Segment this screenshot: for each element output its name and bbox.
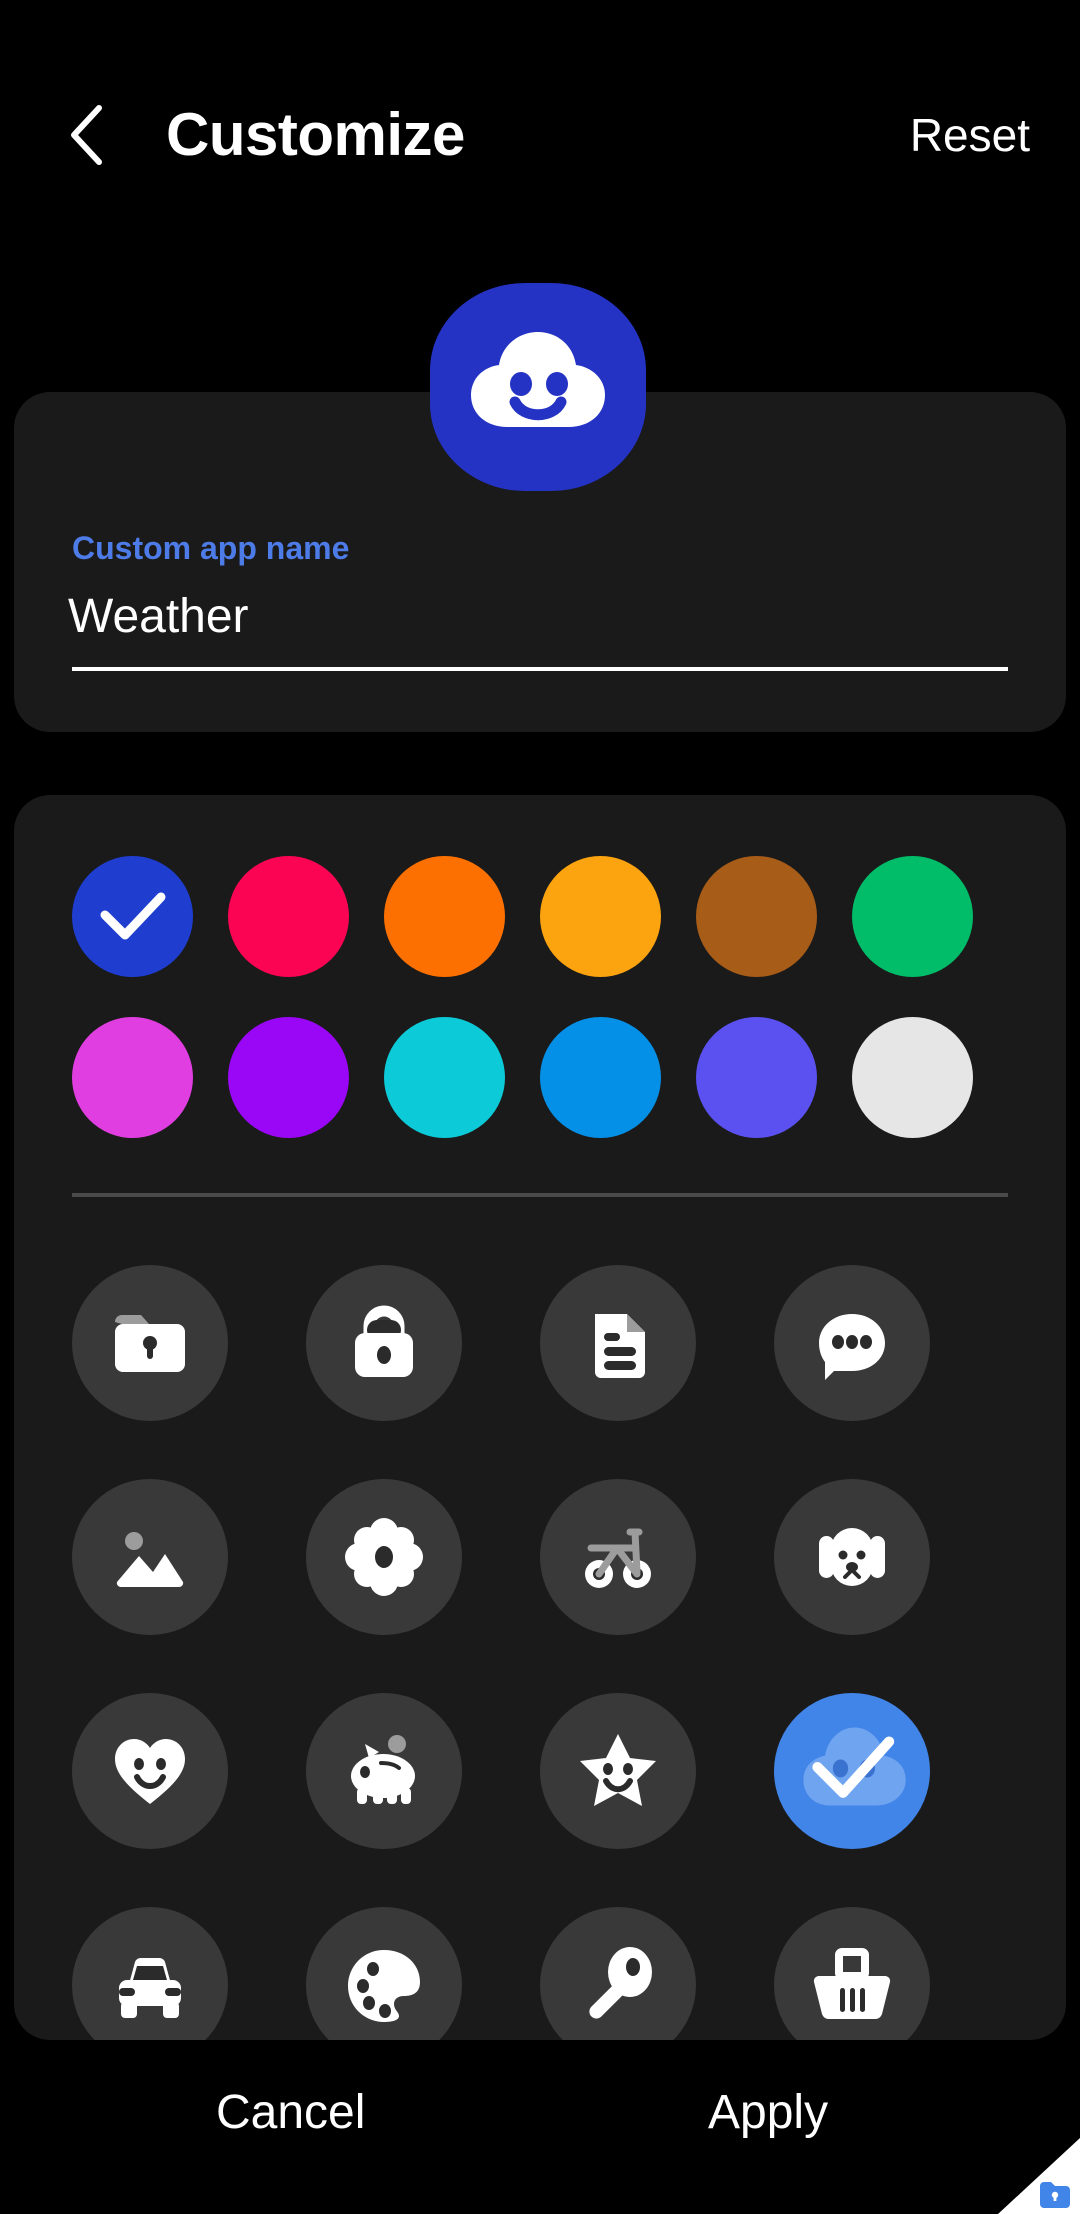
icon-option-cloud-smile[interactable] — [774, 1693, 930, 1849]
flower-icon — [341, 1514, 427, 1600]
color-swatch-indigo[interactable] — [696, 1017, 817, 1138]
icon-option-image[interactable] — [72, 1479, 228, 1635]
icon-option-piggy-bank[interactable] — [306, 1693, 462, 1849]
padlock-icon — [341, 1300, 427, 1386]
icon-shape-grid — [72, 1265, 1008, 2063]
document-icon — [575, 1300, 661, 1386]
folder-lock-icon — [107, 1300, 193, 1386]
bottom-action-bar: Cancel Apply — [0, 2040, 1080, 2214]
custom-app-name-label: Custom app name — [72, 530, 350, 566]
icon-option-chat-bubble[interactable] — [774, 1265, 930, 1421]
app-icon-preview[interactable] — [430, 283, 646, 491]
color-swatch-amber[interactable] — [540, 856, 661, 977]
color-swatch-light-blue[interactable] — [540, 1017, 661, 1138]
paint-palette-icon — [341, 1942, 427, 2028]
icon-option-folder-lock[interactable] — [72, 1265, 228, 1421]
check-icon — [100, 891, 166, 943]
cancel-button[interactable]: Cancel — [216, 2084, 365, 2142]
icon-option-star-smile[interactable] — [540, 1693, 696, 1849]
app-header: Customize Reset — [0, 0, 1080, 260]
custom-app-name-input[interactable]: Weather — [68, 587, 249, 647]
color-swatch-pink-red[interactable] — [228, 856, 349, 977]
color-swatch-orange[interactable] — [384, 856, 505, 977]
apply-button[interactable]: Apply — [708, 2084, 828, 2142]
dog-icon — [809, 1514, 895, 1600]
reset-button[interactable]: Reset — [910, 108, 1030, 162]
icon-option-flower[interactable] — [306, 1479, 462, 1635]
color-swatch-grid — [72, 856, 1008, 1138]
star-smile-icon — [575, 1728, 661, 1814]
corner-watermark — [998, 2138, 1080, 2214]
input-underline — [72, 667, 1008, 671]
piggy-bank-icon — [341, 1728, 427, 1814]
cloud-smile-icon — [463, 327, 613, 447]
color-swatch-purple[interactable] — [228, 1017, 349, 1138]
icon-option-padlock[interactable] — [306, 1265, 462, 1421]
chat-bubble-icon — [809, 1300, 895, 1386]
color-swatch-green[interactable] — [852, 856, 973, 977]
image-icon — [107, 1514, 193, 1600]
section-divider — [72, 1193, 1008, 1197]
color-swatch-magenta[interactable] — [72, 1017, 193, 1138]
basket-icon — [809, 1942, 895, 2028]
color-swatch-white[interactable] — [852, 1017, 973, 1138]
icon-option-document[interactable] — [540, 1265, 696, 1421]
folder-lock-icon — [1038, 2180, 1072, 2208]
heart-smile-icon — [107, 1728, 193, 1814]
car-icon — [107, 1942, 193, 2028]
back-button[interactable] — [58, 105, 118, 165]
icon-option-dog[interactable] — [774, 1479, 930, 1635]
icon-option-bicycle[interactable] — [540, 1479, 696, 1635]
page-title: Customize — [166, 101, 465, 168]
color-swatch-brown[interactable] — [696, 856, 817, 977]
chevron-left-icon — [67, 104, 109, 166]
color-swatch-blue[interactable] — [72, 856, 193, 977]
bicycle-icon — [575, 1514, 661, 1600]
key-icon — [575, 1942, 661, 2028]
cloud-smile-icon — [797, 1716, 907, 1826]
icon-option-heart-smile[interactable] — [72, 1693, 228, 1849]
color-swatch-cyan[interactable] — [384, 1017, 505, 1138]
